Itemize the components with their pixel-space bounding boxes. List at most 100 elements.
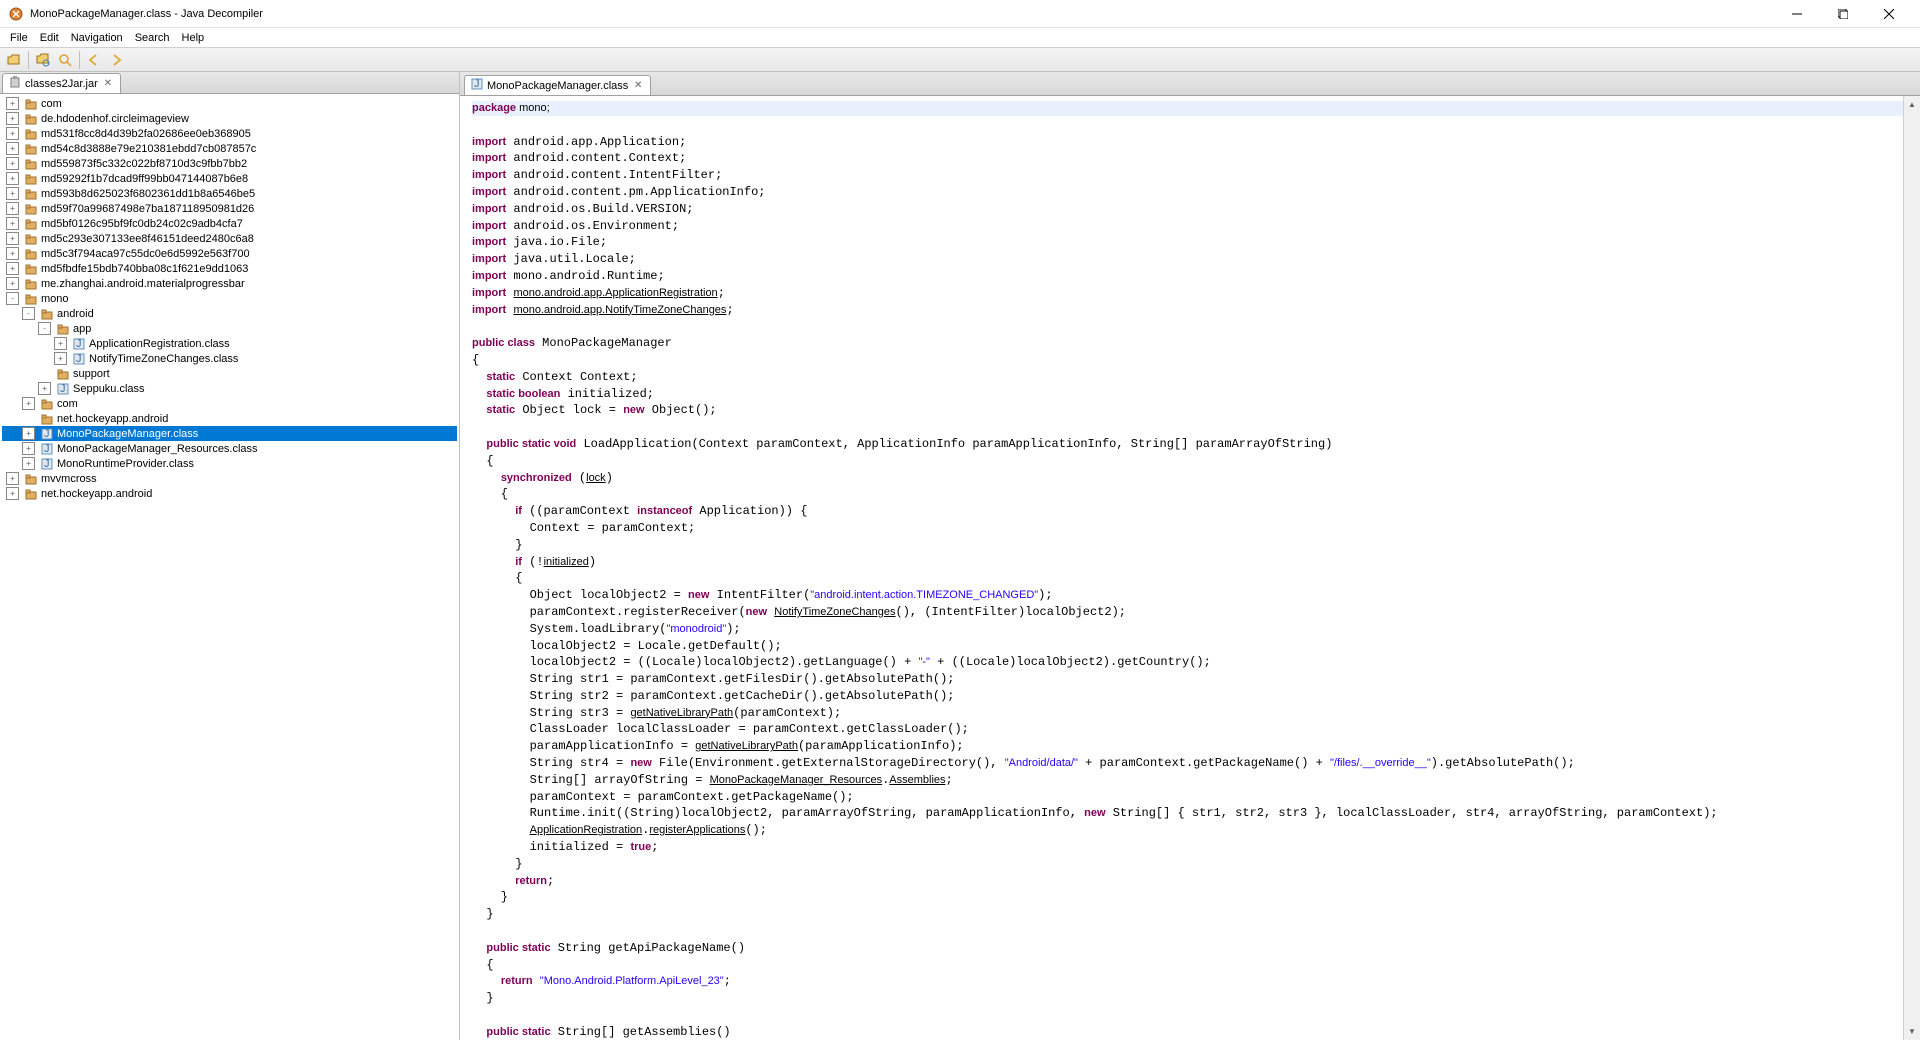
scroll-down-icon[interactable]: ▼ xyxy=(1904,1023,1920,1040)
expand-icon[interactable]: + xyxy=(38,382,51,395)
tree-item-label: md5bf0126c95bf9fc0db24c02c9adb4cfa7 xyxy=(41,218,243,230)
tree-item[interactable]: - android xyxy=(2,306,457,321)
minimize-button[interactable] xyxy=(1774,0,1820,28)
expand-icon[interactable]: + xyxy=(6,247,19,260)
menu-edit[interactable]: Edit xyxy=(34,30,65,46)
scroll-up-icon[interactable]: ▲ xyxy=(1904,96,1920,113)
package-tree[interactable]: +com+de.hdodenhof.circleimageview+md531f… xyxy=(0,94,459,1040)
expand-icon[interactable]: + xyxy=(6,232,19,245)
expand-icon[interactable]: + xyxy=(6,487,19,500)
package-icon xyxy=(24,232,38,246)
collapse-icon[interactable]: - xyxy=(6,292,19,305)
expand-icon[interactable]: + xyxy=(22,442,35,455)
tree-item[interactable]: + md5bf0126c95bf9fc0db24c02c9adb4cfa7 xyxy=(2,216,457,231)
back-icon[interactable] xyxy=(84,50,104,70)
tree-item[interactable]: +me.zhanghai.android.materialprogressbar xyxy=(2,276,457,291)
tree-item[interactable]: +de.hdodenhof.circleimageview xyxy=(2,111,457,126)
svg-text:J: J xyxy=(44,428,50,440)
tree-item-label: md5fbdfe15bdb740bba08c1f621e9dd1063 xyxy=(41,263,248,275)
tree-item[interactable]: + md5c293e307133ee8f46151deed2480c6a8 xyxy=(2,231,457,246)
expand-icon[interactable]: + xyxy=(22,397,35,410)
tree-item[interactable]: + md5fbdfe15bdb740bba08c1f621e9dd1063 xyxy=(2,261,457,276)
maximize-button[interactable] xyxy=(1820,0,1866,28)
tree-item[interactable]: +JSeppuku.class xyxy=(2,381,457,396)
tree-item-label: support xyxy=(73,368,110,380)
menu-file[interactable]: File xyxy=(4,30,34,46)
editor-pane: J MonoPackageManager.class ✕ package mon… xyxy=(460,72,1920,1040)
package-icon xyxy=(24,187,38,201)
expand-icon[interactable]: + xyxy=(54,352,67,365)
titlebar: MonoPackageManager.class - Java Decompil… xyxy=(0,0,1920,28)
collapse-icon[interactable]: - xyxy=(38,322,51,335)
forward-icon[interactable] xyxy=(106,50,126,70)
expand-icon[interactable]: + xyxy=(22,427,35,440)
package-icon xyxy=(56,322,70,336)
left-tabstrip: classes2Jar.jar ✕ xyxy=(0,72,459,94)
code-editor[interactable]: package mono; import android.app.Applica… xyxy=(460,96,1920,1040)
menu-search[interactable]: Search xyxy=(129,30,176,46)
vertical-scrollbar[interactable]: ▲ ▼ xyxy=(1903,96,1920,1040)
tree-item[interactable]: +com xyxy=(2,96,457,111)
tree-item[interactable]: + md593b8d625023f6802361dd1b8a6546be5 xyxy=(2,186,457,201)
expand-icon[interactable]: + xyxy=(6,172,19,185)
tab-close-icon[interactable]: ✕ xyxy=(632,80,644,92)
tree-item[interactable]: +mvvmcross xyxy=(2,471,457,486)
tree-item[interactable]: +md5c3f794aca97c55dc0e6d5992e563f700 xyxy=(2,246,457,261)
tree-item-label: md5c293e307133ee8f46151deed2480c6a8 xyxy=(41,233,254,245)
tree-item-label: md59292f1b7dcad9ff99bb047144087b6e8 xyxy=(41,173,248,185)
tree-item-label: md54c8d3888e79e210381ebdd7cb087857c xyxy=(41,143,256,155)
expand-icon[interactable]: + xyxy=(54,337,67,350)
jar-tab[interactable]: classes2Jar.jar ✕ xyxy=(2,73,121,93)
package-icon xyxy=(24,202,38,216)
expand-icon[interactable]: + xyxy=(6,142,19,155)
expand-icon[interactable]: + xyxy=(6,112,19,125)
tree-item-label: android xyxy=(57,308,94,320)
expand-icon[interactable]: + xyxy=(6,217,19,230)
tree-item-label: md593b8d625023f6802361dd1b8a6546be5 xyxy=(41,188,255,200)
search-icon[interactable] xyxy=(55,50,75,70)
expand-icon[interactable]: + xyxy=(6,277,19,290)
tree-item[interactable]: +JMonoPackageManager.class xyxy=(2,426,457,441)
tree-item-label: Seppuku.class xyxy=(73,383,145,395)
tree-item[interactable]: support xyxy=(2,366,457,381)
tree-item[interactable]: -mono xyxy=(2,291,457,306)
svg-text:J: J xyxy=(76,338,82,350)
tree-item[interactable]: -app xyxy=(2,321,457,336)
open-icon[interactable] xyxy=(4,50,24,70)
expand-icon[interactable]: + xyxy=(6,157,19,170)
tree-item[interactable]: + md59292f1b7dcad9ff99bb047144087b6e8 xyxy=(2,171,457,186)
tree-item[interactable]: +JNotifyTimeZoneChanges.class xyxy=(2,351,457,366)
svg-text:J: J xyxy=(44,443,50,455)
package-icon xyxy=(24,127,38,141)
tree-item[interactable]: + J ApplicationRegistration.class xyxy=(2,336,457,351)
tree-item-label: ApplicationRegistration.class xyxy=(89,338,230,350)
class-file-icon: J xyxy=(40,427,54,441)
expand-icon[interactable]: + xyxy=(6,97,19,110)
tree-item[interactable]: +JMonoPackageManager_Resources.class xyxy=(2,441,457,456)
expand-icon[interactable]: + xyxy=(22,457,35,470)
expand-icon[interactable]: + xyxy=(6,472,19,485)
open-type-icon[interactable] xyxy=(33,50,53,70)
tree-item[interactable]: +md559873f5c332c022bf8710d3c9fbb7bb2 xyxy=(2,156,457,171)
tree-item[interactable]: +JMonoRuntimeProvider.class xyxy=(2,456,457,471)
close-button[interactable] xyxy=(1866,0,1912,28)
expand-icon[interactable]: + xyxy=(6,262,19,275)
expand-icon[interactable]: + xyxy=(6,187,19,200)
tree-item[interactable]: +net.hockeyapp.android xyxy=(2,486,457,501)
package-icon xyxy=(24,142,38,156)
expand-icon[interactable]: + xyxy=(6,127,19,140)
tree-item[interactable]: +md531f8cc8d4d39b2fa02686ee0eb368905 xyxy=(2,126,457,141)
menu-navigation[interactable]: Navigation xyxy=(65,30,129,46)
tab-close-icon[interactable]: ✕ xyxy=(102,78,114,90)
package-icon xyxy=(24,247,38,261)
window-title: MonoPackageManager.class - Java Decompil… xyxy=(30,8,1774,20)
package-icon xyxy=(24,157,38,171)
menu-help[interactable]: Help xyxy=(176,30,211,46)
tree-item[interactable]: +md59f70a99687498e7ba187118950981d26 xyxy=(2,201,457,216)
tree-item[interactable]: net.hockeyapp.android xyxy=(2,411,457,426)
expand-icon[interactable]: + xyxy=(6,202,19,215)
tree-item[interactable]: +com xyxy=(2,396,457,411)
collapse-icon[interactable]: - xyxy=(22,307,35,320)
editor-tab[interactable]: J MonoPackageManager.class ✕ xyxy=(464,75,651,95)
tree-item[interactable]: + md54c8d3888e79e210381ebdd7cb087857c xyxy=(2,141,457,156)
